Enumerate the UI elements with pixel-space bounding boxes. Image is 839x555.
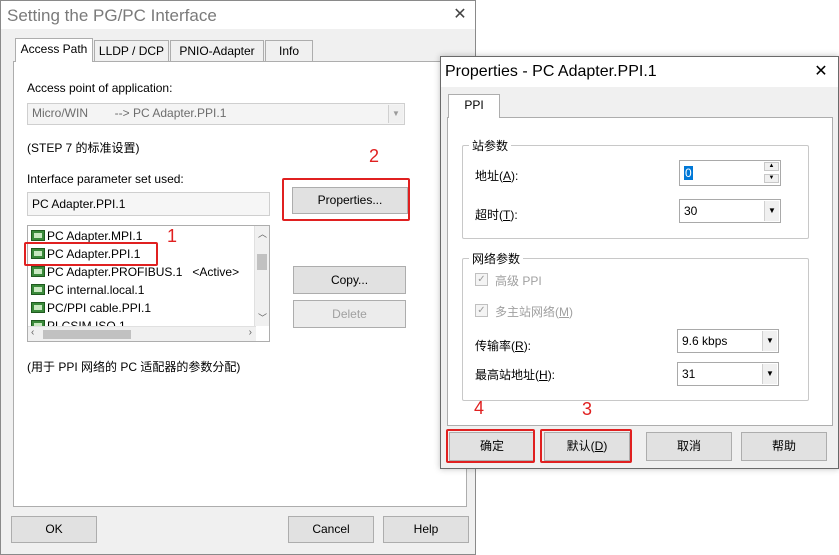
- cancel-button[interactable]: Cancel: [288, 516, 374, 543]
- adapter-icon: [31, 230, 45, 241]
- tab-panel: Access point of application: Micro/WIN -…: [13, 61, 467, 507]
- annotation-number-3: 3: [582, 399, 593, 419]
- highest-address-value: 31: [682, 367, 696, 381]
- multimaster-label: 多主站网络(M): [495, 305, 574, 319]
- hscroll-thumb[interactable]: [43, 330, 131, 339]
- annotation-box-ok: [446, 429, 535, 463]
- tab-lldp-dcp[interactable]: LLDP / DCP: [94, 40, 169, 62]
- param-set-value: PC Adapter.PPI.1: [32, 197, 126, 211]
- copy-button[interactable]: Copy...: [293, 266, 406, 294]
- advanced-ppi-label: 高级 PPI: [495, 274, 542, 288]
- help-button[interactable]: Help: [383, 516, 469, 543]
- scroll-right-icon[interactable]: ›: [249, 327, 252, 338]
- param-set-field[interactable]: PC Adapter.PPI.1: [27, 192, 270, 216]
- props-title-bar: Properties - PC Adapter.PPI.1 ✕: [441, 57, 838, 87]
- properties-dialog: Properties - PC Adapter.PPI.1 ✕ PPI 站参数 …: [440, 56, 839, 469]
- scroll-down-icon[interactable]: ﹀: [258, 311, 267, 324]
- annotation-number-1: 1: [167, 226, 178, 246]
- chevron-down-icon: ▼: [388, 105, 403, 123]
- props-tab-panel: 站参数 地址(A): 0 ▲ ▼ 超时(T): 30 ▼ 网络参数 ✓ 高级 P…: [447, 117, 833, 426]
- close-icon[interactable]: ✕: [447, 4, 473, 26]
- scroll-up-icon[interactable]: ︿: [258, 227, 267, 240]
- access-point-label: Access point of application:: [27, 81, 173, 95]
- address-spinbox[interactable]: 0 ▲ ▼: [679, 160, 781, 186]
- baud-rate-label: 传输率(R):: [475, 339, 532, 353]
- list-item[interactable]: PC/PPI cable.PPI.1: [31, 300, 151, 317]
- spin-down-icon[interactable]: ▼: [764, 174, 779, 183]
- list-item[interactable]: PC internal.local.1: [31, 282, 144, 299]
- delete-button: Delete: [293, 300, 406, 328]
- param-set-label: Interface parameter set used:: [27, 172, 184, 186]
- highest-address-select[interactable]: 31 ▼: [677, 362, 779, 386]
- baud-rate-select[interactable]: 9.6 kbps ▼: [677, 329, 779, 353]
- help-button[interactable]: 帮助: [741, 432, 827, 461]
- multimaster-checkbox: ✓: [475, 304, 488, 317]
- timeout-select[interactable]: 30 ▼: [679, 199, 781, 223]
- list-hscrollbar[interactable]: ‹ ›: [28, 326, 256, 341]
- close-icon[interactable]: ✕: [808, 61, 834, 83]
- cancel-button[interactable]: 取消: [646, 432, 732, 461]
- chevron-down-icon: ▼: [764, 201, 779, 221]
- access-point-value: Micro/WIN --> PC Adapter.PPI.1: [32, 106, 227, 120]
- tab-info[interactable]: Info: [265, 40, 313, 62]
- baud-rate-value: 9.6 kbps: [682, 334, 728, 348]
- station-params-group: 站参数 地址(A): 0 ▲ ▼ 超时(T): 30 ▼: [462, 137, 809, 239]
- access-point-select[interactable]: Micro/WIN --> PC Adapter.PPI.1 ▼: [27, 103, 405, 125]
- pgpc-interface-dialog: Setting the PG/PC Interface ✕ Access Pat…: [0, 0, 476, 555]
- ok-button[interactable]: OK: [11, 516, 97, 543]
- props-window-title: Properties - PC Adapter.PPI.1: [445, 63, 657, 80]
- tab-pnio-adapter[interactable]: PNIO-Adapter: [170, 40, 264, 62]
- annotation-number-4: 4: [474, 398, 485, 418]
- list-item[interactable]: PC Adapter.PROFIBUS.1 <Active>: [31, 264, 239, 281]
- adapter-icon: [31, 266, 45, 277]
- annotation-box-default: [540, 429, 632, 463]
- tab-access-path[interactable]: Access Path: [15, 38, 93, 62]
- annotation-number-2: 2: [369, 146, 380, 166]
- address-value: 0: [684, 166, 693, 180]
- scroll-left-icon[interactable]: ‹: [31, 327, 34, 338]
- adapter-icon: [31, 284, 45, 295]
- address-label: 地址(A):: [475, 169, 519, 183]
- network-params-group: 网络参数 ✓ 高级 PPI ✓ 多主站网络(M) 传输率(R): 9.6 kbp…: [462, 250, 809, 401]
- timeout-label: 超时(T):: [475, 208, 518, 222]
- spin-up-icon[interactable]: ▲: [764, 162, 779, 171]
- advanced-ppi-checkbox: ✓: [475, 273, 488, 286]
- window-title: Setting the PG/PC Interface: [7, 6, 217, 25]
- network-params-label: 网络参数: [469, 250, 524, 267]
- description-text: (用于 PPI 网络的 PC 适配器的参数分配): [27, 360, 241, 374]
- scroll-thumb[interactable]: [257, 254, 267, 270]
- highest-address-label: 最高站地址(H):: [475, 368, 556, 382]
- annotation-box-properties: [282, 178, 410, 221]
- list-vscrollbar[interactable]: ︿ ﹀: [254, 226, 269, 326]
- chevron-down-icon: ▼: [762, 364, 777, 384]
- tab-ppi[interactable]: PPI: [448, 94, 500, 118]
- chevron-down-icon: ▼: [762, 331, 777, 351]
- title-bar: Setting the PG/PC Interface ✕: [1, 1, 475, 29]
- adapter-icon: [31, 302, 45, 313]
- access-point-note: (STEP 7 的标准设置): [27, 141, 140, 155]
- timeout-value: 30: [684, 204, 698, 218]
- station-params-label: 站参数: [469, 137, 512, 154]
- annotation-box-list-item: [24, 242, 158, 266]
